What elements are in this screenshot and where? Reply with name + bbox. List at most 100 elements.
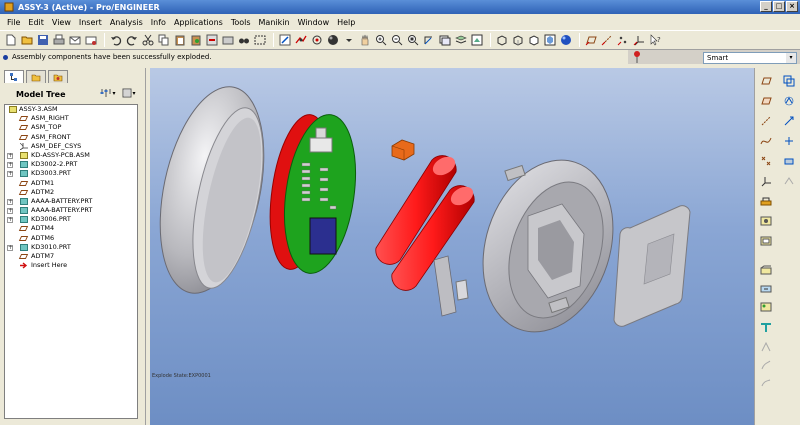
pattern-tool-icon[interactable] (782, 174, 796, 188)
tree-item-aaaa-battery-1[interactable]: + AAAA-BATTERY.PRT (5, 197, 137, 206)
redo-icon[interactable] (125, 34, 138, 47)
tree-item-asm-top[interactable]: ASM_TOP (5, 123, 137, 132)
menu-applications[interactable]: Applications (170, 18, 227, 27)
zoom-in-icon[interactable] (374, 34, 387, 47)
connector-part[interactable] (391, 139, 415, 161)
datum-plane-tool-icon[interactable] (759, 94, 773, 108)
tree-item-kd-assy-pcb[interactable]: + KD-ASSY-PCB.ASM (5, 151, 137, 160)
tree-item-adtm6[interactable]: ADTM6 (5, 234, 137, 243)
regen-manager-icon[interactable] (221, 34, 234, 47)
expand-icon[interactable]: + (7, 244, 13, 251)
expand-icon[interactable]: + (7, 208, 13, 215)
menu-file[interactable]: File (3, 18, 24, 27)
graphics-window[interactable]: Explode State:EXP0001 (150, 68, 754, 425)
repaint-icon[interactable] (310, 34, 323, 47)
maximize-button[interactable]: □ (773, 1, 785, 12)
menu-view[interactable]: View (48, 18, 75, 27)
tree-settings-button[interactable]: ▾ (99, 87, 117, 99)
menu-analysis[interactable]: Analysis (106, 18, 147, 27)
tab-model-tree[interactable] (4, 70, 24, 83)
save-icon[interactable] (36, 34, 49, 47)
expand-icon[interactable]: + (7, 198, 13, 205)
merge-tool-icon[interactable] (759, 340, 773, 354)
datum-curve-tool-icon[interactable] (759, 134, 773, 148)
rib-tool-icon[interactable] (759, 264, 773, 278)
draft-tool-icon[interactable] (759, 282, 773, 296)
regenerate-icon[interactable] (205, 34, 218, 47)
copy-icon[interactable] (157, 34, 170, 47)
tree-item-asm-def-csys[interactable]: ASM_DEF_CSYS (5, 142, 137, 151)
find-icon[interactable] (237, 34, 250, 47)
open-folder-icon[interactable] (20, 34, 33, 47)
show-datums-icon[interactable] (759, 74, 773, 88)
tree-item-adtm7[interactable]: ADTM7 (5, 252, 137, 261)
expand-icon[interactable]: + (7, 152, 13, 159)
dome-cover-part[interactable] (150, 77, 281, 302)
tree-item-adtm2[interactable]: ADTM2 (5, 188, 137, 197)
paste-icon[interactable] (173, 34, 186, 47)
tab-folder-browser[interactable] (26, 70, 46, 83)
pan-hand-icon[interactable] (358, 34, 371, 47)
menu-tools[interactable]: Tools (227, 18, 255, 27)
menu-window[interactable]: Window (294, 18, 334, 27)
wireframe-icon[interactable] (495, 34, 508, 47)
pushpin-icon[interactable] (633, 50, 641, 64)
menu-help[interactable]: Help (333, 18, 359, 27)
mail-icon[interactable] (68, 34, 81, 47)
component-tool-icon[interactable] (782, 154, 796, 168)
shade-sphere-icon[interactable] (326, 34, 339, 47)
tree-item-adtm1[interactable]: ADTM1 (5, 179, 137, 188)
trim-tool-icon[interactable] (759, 358, 773, 372)
tree-item-kd3010[interactable]: + KD3010.PRT (5, 243, 137, 252)
tab-favorites[interactable] (48, 70, 68, 83)
undo-icon[interactable] (109, 34, 122, 47)
hidden-line-icon[interactable] (511, 34, 524, 47)
csys-tool-icon[interactable] (759, 174, 773, 188)
close-button[interactable]: × (786, 1, 798, 12)
housing-shell-part[interactable] (462, 143, 634, 349)
new-file-icon[interactable] (4, 34, 17, 47)
spin-center-icon[interactable] (294, 34, 307, 47)
tree-item-assy-3[interactable]: ASSY-3.ASM (5, 105, 137, 114)
datum-plane-display-icon[interactable] (584, 34, 597, 47)
contact-plate-part[interactable] (433, 255, 469, 317)
sketch-icon[interactable] (278, 34, 291, 47)
move-tool-icon[interactable] (782, 134, 796, 148)
expand-icon[interactable]: + (7, 217, 13, 224)
datum-point-tool-icon[interactable] (759, 154, 773, 168)
rotate-tool-icon[interactable] (782, 94, 796, 108)
chamfer-tool-icon[interactable] (759, 320, 773, 334)
tree-show-button[interactable]: ▾ (120, 87, 138, 99)
reorient-icon[interactable] (422, 34, 435, 47)
minimize-button[interactable]: _ (760, 1, 772, 12)
tree-item-aaaa-battery-2[interactable]: + AAAA-BATTERY.PRT (5, 206, 137, 215)
menu-info[interactable]: Info (147, 18, 170, 27)
print-icon[interactable] (52, 34, 65, 47)
zoom-out-icon[interactable] (390, 34, 403, 47)
analysis-tool-icon[interactable] (759, 194, 773, 208)
csys-display-icon[interactable] (632, 34, 645, 47)
expand-icon[interactable]: + (7, 162, 13, 169)
expand-icon[interactable]: + (7, 171, 13, 178)
menu-manikin[interactable]: Manikin (255, 18, 294, 27)
tree-item-kd3003[interactable]: + KD3003.PRT (5, 169, 137, 178)
no-hidden-icon[interactable] (527, 34, 540, 47)
hole-tool-icon[interactable] (759, 214, 773, 228)
paste-special-icon[interactable] (189, 34, 202, 47)
menu-edit[interactable]: Edit (24, 18, 48, 27)
translate-tool-icon[interactable] (782, 114, 796, 128)
extend-tool-icon[interactable] (759, 376, 773, 390)
tree-item-kd3002-2[interactable]: + KD3002-2.PRT (5, 160, 137, 169)
dropdown-arrow-icon[interactable] (342, 34, 355, 47)
selection-filter-dropdown[interactable]: Smart ▾ (703, 52, 797, 64)
layers-icon[interactable] (454, 34, 467, 47)
mail-attach-icon[interactable] (84, 34, 97, 47)
tree-item-insert-here[interactable]: Insert Here (5, 261, 137, 270)
tree-item-kd3006[interactable]: + KD3006.PRT (5, 215, 137, 224)
refit-icon[interactable] (406, 34, 419, 47)
select-box-icon[interactable] (253, 34, 266, 47)
shell-tool-icon[interactable] (759, 234, 773, 248)
context-help-icon[interactable]: ? (648, 34, 661, 47)
saved-views-icon[interactable] (438, 34, 451, 47)
datum-axis-display-icon[interactable] (600, 34, 613, 47)
